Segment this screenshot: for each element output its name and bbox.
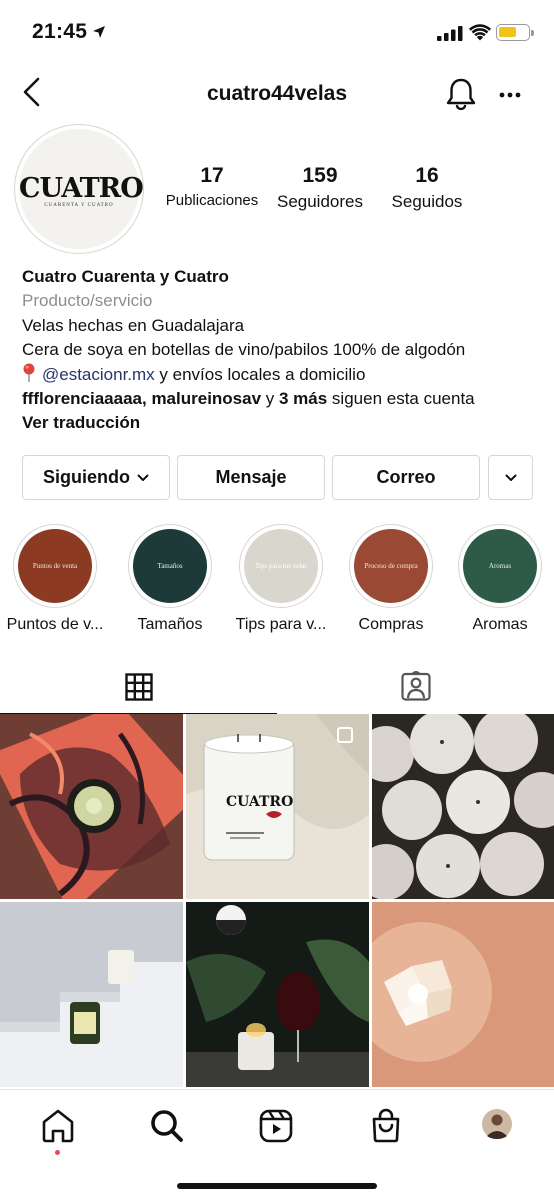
post-thumbnail[interactable] (372, 902, 554, 1087)
bio-location-line: @estacionr.mx y envíos locales a domicil… (22, 363, 547, 387)
stat-followers-count: 159 (302, 164, 338, 187)
round-pushpin-icon (23, 363, 35, 382)
highlight-ring: Aromas (458, 524, 542, 608)
shopping-bag-icon (372, 1108, 400, 1143)
battery-icon (496, 24, 534, 41)
nav-shop[interactable] (366, 1106, 406, 1146)
highlight-ring: Tips para tus velas (239, 524, 323, 608)
chevron-down-icon (505, 474, 516, 481)
user-avatar-thumbnail (482, 1109, 512, 1139)
display-name: Cuatro Cuarenta y Cuatro (22, 267, 229, 286)
tab-tagged-posts[interactable] (277, 664, 554, 714)
message-button[interactable]: Mensaje (177, 455, 325, 500)
followed-by-users: ffflorenciaaaaa, malureinosav (22, 389, 262, 409)
chevron-down-icon (137, 474, 149, 481)
status-time: 21:45 (32, 20, 88, 43)
highlight-label: Tamaños (137, 616, 203, 633)
reels-icon (259, 1109, 293, 1143)
candle-brand-text: CUATRO (226, 794, 293, 810)
cellular-signal-icon (437, 26, 463, 41)
profile-category: Producto/servicio (22, 291, 153, 311)
stat-posts-count: 17 (200, 164, 224, 187)
avatar-logo-text: CUATRO (19, 173, 144, 204)
profile-avatar[interactable]: CUATRO CUARENTA Y CUATRO (14, 124, 144, 254)
post-thumbnail[interactable] (0, 902, 183, 1087)
profile-bio: Cuatro Cuarenta y Cuatro Producto/servic… (22, 265, 547, 436)
highlight-cover: Aromas (463, 529, 537, 603)
highlight-ring: Tamaños (128, 524, 212, 608)
bell-icon[interactable] (444, 76, 478, 112)
post-thumbnail[interactable]: CUATRO (186, 714, 369, 899)
tab-posts-grid[interactable] (0, 664, 277, 714)
nav-home[interactable] (38, 1106, 78, 1155)
stat-following-count: 16 (415, 164, 439, 187)
stat-followers-label: Seguidores (276, 192, 363, 211)
nav-profile[interactable] (477, 1106, 517, 1146)
stat-followers[interactable]: 159 Seguidores (268, 164, 372, 212)
bio-line: Velas hechas en Guadalajara (22, 315, 245, 335)
profile-header: cuatro44velas (0, 66, 554, 124)
avatar-logo-image: CUATRO CUARENTA Y CUATRO (19, 129, 144, 249)
highlight-label: Compras (358, 616, 424, 633)
home-notification-dot (55, 1150, 60, 1155)
suggested-accounts-button[interactable] (488, 455, 533, 500)
bio-line-rest: y envíos locales a domicilio (154, 364, 366, 384)
bio-line: Cera de soya en botellas de vino/pabilos… (22, 340, 466, 360)
nav-reels[interactable] (256, 1106, 296, 1146)
see-translation-link[interactable]: Ver traducción (22, 411, 547, 435)
search-icon (151, 1110, 183, 1142)
highlight-label: Aromas (472, 616, 528, 633)
highlight-ring: Proceso de compra (349, 524, 433, 608)
highlight-ring: Puntos de venta (13, 524, 97, 608)
home-icon (42, 1109, 74, 1143)
post-thumbnail[interactable] (186, 902, 369, 1087)
followed-by-more: 3 más (279, 389, 328, 409)
post-thumbnail[interactable] (372, 714, 554, 899)
bio-mention-link[interactable]: @estacionr.mx (42, 365, 155, 384)
more-options-icon[interactable] (499, 92, 521, 98)
location-arrow-icon (93, 26, 105, 38)
email-button-label: Correo (376, 467, 436, 487)
highlight-label: Puntos de v... (6, 616, 104, 633)
following-button[interactable]: Siguiendo (22, 455, 170, 500)
wifi-icon (469, 24, 491, 41)
status-bar: 21:45 (0, 0, 554, 66)
following-button-label: Siguiendo (43, 467, 130, 487)
profile-tabs (0, 664, 554, 714)
highlight-cover: Proceso de compra (354, 529, 428, 603)
nav-search[interactable] (147, 1106, 187, 1146)
stat-posts-label: Publicaciones (165, 192, 259, 209)
avatar-logo-subtitle: CUARENTA Y CUATRO (44, 203, 114, 208)
post-thumbnail[interactable] (0, 714, 183, 899)
stat-following[interactable]: 16 Seguidos (382, 164, 472, 212)
stat-following-label: Seguidos (391, 192, 463, 211)
tagged-person-icon (401, 671, 431, 701)
stat-posts[interactable]: 17 Publicaciones (162, 164, 262, 209)
posts-grid: CUATRO (0, 714, 554, 1087)
message-button-label: Mensaje (215, 467, 287, 487)
followed-by-suffix: siguen esta cuenta (327, 389, 475, 409)
followed-by[interactable]: ffflorenciaaaaa, malureinosav y 3 más si… (22, 387, 547, 411)
highlight-label: Tips para v... (235, 616, 327, 633)
followed-by-and: y (261, 389, 279, 409)
highlight-cover: Tips para tus velas (244, 529, 318, 603)
grid-icon (125, 673, 153, 701)
highlight-cover: Tamaños (133, 529, 207, 603)
highlight-cover: Puntos de venta (18, 529, 92, 603)
home-indicator[interactable] (177, 1183, 377, 1189)
email-button[interactable]: Correo (332, 455, 480, 500)
